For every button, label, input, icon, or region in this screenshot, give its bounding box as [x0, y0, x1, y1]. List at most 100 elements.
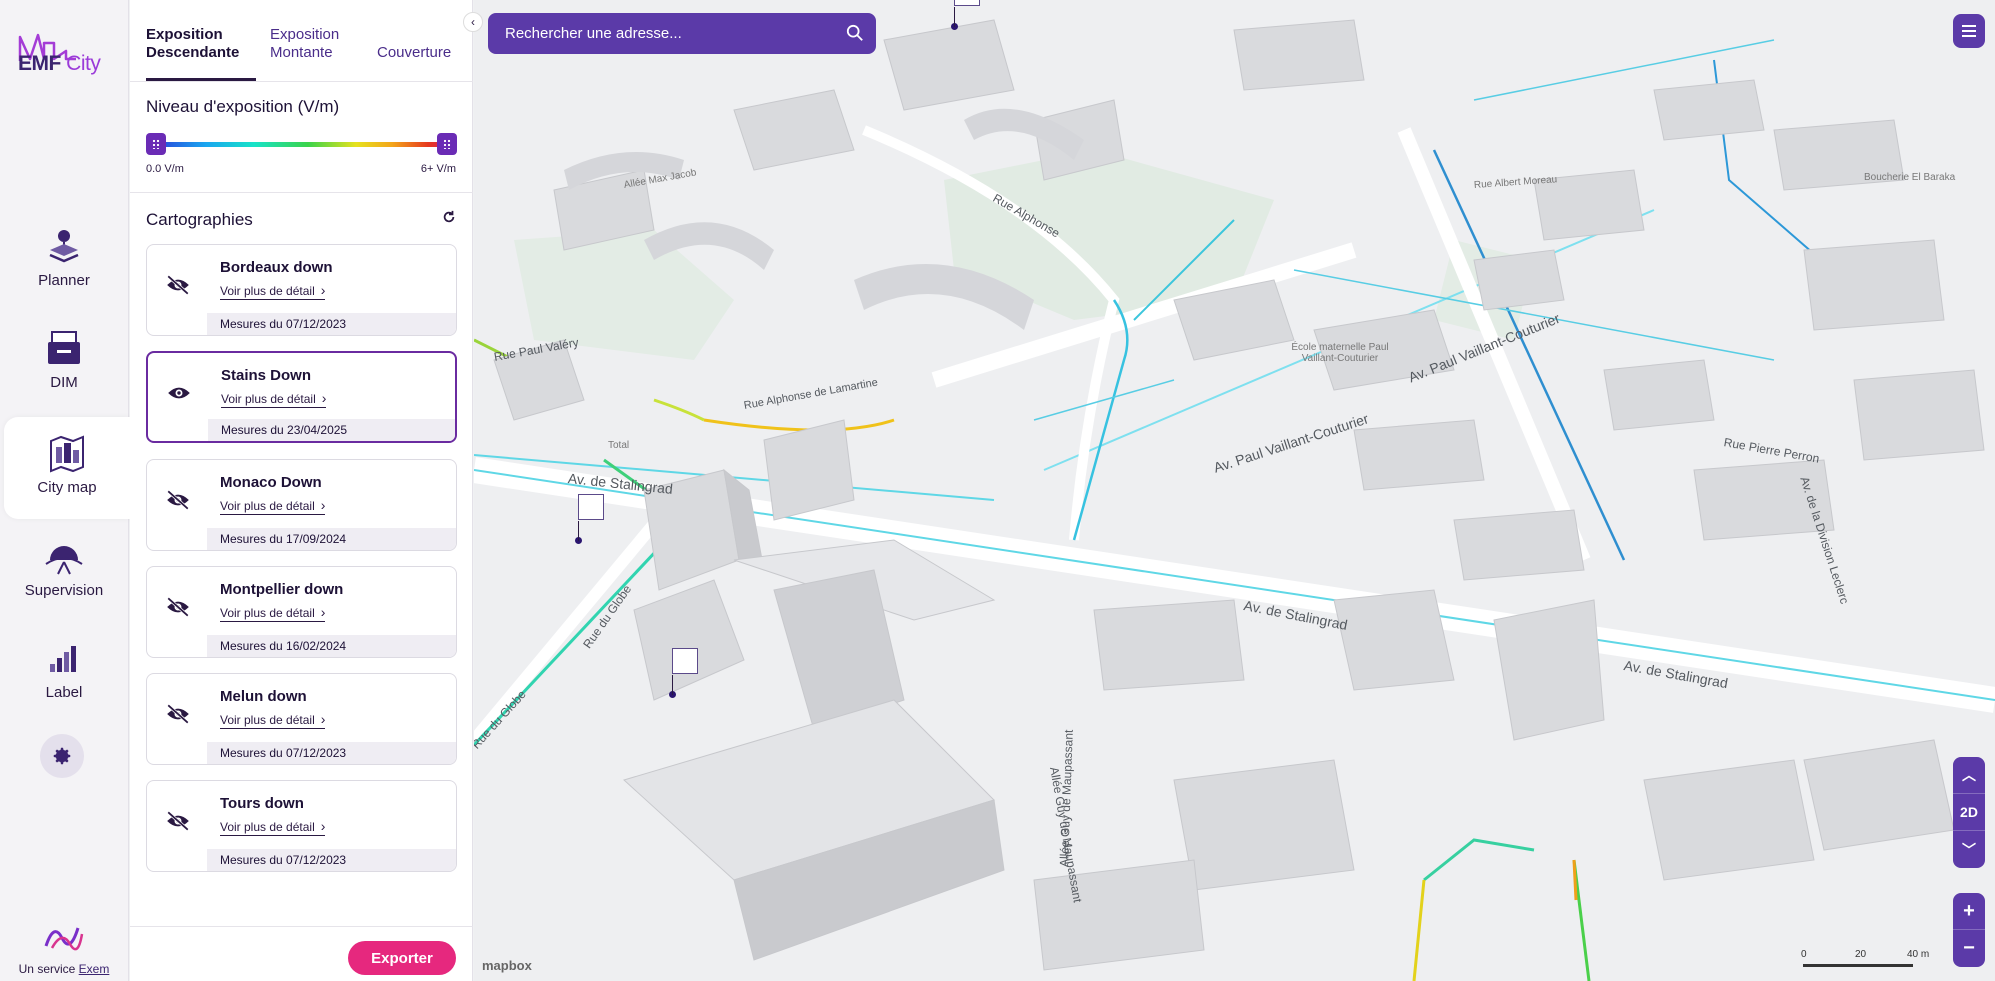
- scale-label-end: 40 m: [1907, 949, 1930, 960]
- measure-date: Mesures du 07/12/2023: [207, 849, 456, 871]
- tilt-down-button[interactable]: ﹀: [1953, 831, 1985, 868]
- details-link[interactable]: Voir plus de détail: [221, 390, 327, 408]
- nav-label-supervision: Supervision: [24, 582, 104, 599]
- tab-bar: Exposition Descendante Exposition Montante…: [130, 0, 473, 82]
- footer-credit: Un service Exem: [18, 962, 110, 976]
- cartography-card-bordeaux[interactable]: Bordeaux down Voir plus de détail Mesure…: [146, 244, 457, 336]
- hamburger-icon: [1962, 25, 1976, 37]
- tab-couverture[interactable]: Couverture: [377, 44, 451, 62]
- cartography-card-melun[interactable]: Melun down Voir plus de détail Mesures d…: [146, 673, 457, 765]
- scale-label-mid: 20: [1855, 949, 1867, 960]
- tab-exposition-descendante[interactable]: Exposition Descendante: [146, 26, 239, 62]
- nav-item-city-map[interactable]: City map: [4, 417, 130, 519]
- brand-name: EMF City: [18, 52, 101, 75]
- poi-label: Boucherie El Baraka: [1864, 172, 1956, 183]
- antenna-marker[interactable]: [575, 494, 604, 544]
- tab-exposition-montante[interactable]: Exposition Montante: [270, 26, 339, 62]
- cartography-card-monaco[interactable]: Monaco Down Voir plus de détail Mesures …: [146, 459, 457, 551]
- mapbox-attribution[interactable]: mapbox: [482, 958, 532, 973]
- view-mode-toggle[interactable]: 2D: [1953, 794, 1985, 831]
- details-link[interactable]: Voir plus de détail: [220, 818, 326, 836]
- card-title: Monaco Down: [220, 474, 322, 491]
- slider-handle-max[interactable]: [437, 133, 457, 155]
- antenna-dome-icon: [45, 546, 83, 575]
- refresh-button[interactable]: [442, 210, 456, 228]
- card-title: Stains Down: [221, 367, 312, 384]
- details-link[interactable]: Voir plus de détail: [220, 282, 326, 300]
- details-link[interactable]: Voir plus de détail: [220, 604, 326, 622]
- cartography-card-tours[interactable]: Tours down Voir plus de détail Mesures d…: [146, 780, 457, 872]
- nav-item-supervision[interactable]: Supervision: [0, 536, 128, 636]
- poi-label: Total: [608, 440, 630, 451]
- search-icon[interactable]: [846, 24, 864, 42]
- antenna-marker[interactable]: [669, 648, 698, 698]
- eye-off-icon[interactable]: [165, 275, 191, 295]
- map-scale: 0 20 40 m: [1795, 949, 1935, 969]
- eye-icon[interactable]: [166, 383, 192, 403]
- zoom-out-button[interactable]: −: [1953, 930, 1985, 967]
- nav-label-dim: DIM: [50, 374, 78, 391]
- exposure-range-slider[interactable]: [146, 133, 457, 155]
- active-tab-indicator: [146, 78, 256, 81]
- nav-item-planner[interactable]: Planner: [0, 226, 128, 326]
- chevron-left-icon: ‹: [471, 15, 475, 29]
- pitch-controls: ︿ 2D ﹀: [1953, 757, 1985, 868]
- exem-link[interactable]: Exem: [79, 962, 110, 976]
- zoom-in-button[interactable]: +: [1953, 893, 1985, 930]
- eye-off-icon[interactable]: [165, 490, 191, 510]
- eye-off-icon[interactable]: [165, 811, 191, 831]
- eye-off-icon[interactable]: [165, 597, 191, 617]
- refresh-icon: [443, 210, 455, 223]
- slider-handle-min[interactable]: [146, 133, 166, 155]
- city-map-icon: [50, 435, 84, 473]
- map-canvas: [474, 19, 1995, 981]
- left-navigation: EMF City Planner DIM City map Supervisio…: [0, 0, 130, 981]
- zoom-controls: + −: [1953, 893, 1985, 967]
- city-map-view[interactable]: Av. de Stalingrad Av. de Stalingrad Av. …: [474, 0, 1995, 981]
- menu-button[interactable]: [1953, 14, 1985, 48]
- measure-date: Mesures du 17/09/2024: [207, 528, 456, 550]
- bar-chart-icon: [50, 646, 76, 672]
- cartography-panel: Exposition Descendante Exposition Montante…: [130, 0, 473, 981]
- address-search-input[interactable]: Rechercher une adresse...: [488, 13, 876, 54]
- gear-icon: [53, 747, 71, 765]
- antenna-marker[interactable]: [951, 0, 980, 30]
- card-title: Melun down: [220, 688, 307, 705]
- measure-date: Mesures du 07/12/2023: [207, 313, 456, 335]
- exem-logo: [0, 920, 128, 957]
- measure-date: Mesures du 16/02/2024: [207, 635, 456, 657]
- range-min-label: 0.0 V/m: [146, 163, 184, 175]
- measure-date: Mesures du 23/04/2025: [208, 419, 455, 441]
- settings-button[interactable]: [40, 734, 84, 778]
- exposure-gradient-track: [152, 142, 452, 147]
- card-title: Montpellier down: [220, 581, 344, 598]
- cartography-card-stains[interactable]: Stains Down Voir plus de détail Mesures …: [146, 351, 457, 443]
- footer-divider: [130, 926, 473, 927]
- export-button[interactable]: Exporter: [348, 941, 456, 975]
- layers-pin-icon: [49, 230, 79, 263]
- card-title: Bordeaux down: [220, 259, 333, 276]
- chevron-down-icon: ﹀: [1962, 841, 1976, 858]
- search-placeholder: Rechercher une adresse...: [505, 25, 682, 42]
- range-max-label: 6+ V/m: [420, 163, 456, 175]
- card-title: Tours down: [220, 795, 304, 812]
- exposure-level-title: Niveau d'exposition (V/m): [146, 97, 340, 116]
- cartography-card-montpellier[interactable]: Montpellier down Voir plus de détail Mes…: [146, 566, 457, 658]
- nav-label-city-map: City map: [37, 479, 97, 496]
- nav-item-dim[interactable]: DIM: [0, 328, 128, 428]
- scale-bar: [1803, 964, 1913, 967]
- tilt-up-button[interactable]: ︿: [1953, 757, 1985, 794]
- collapse-panel-button[interactable]: ‹: [463, 12, 483, 32]
- cartographies-title: Cartographies: [146, 210, 253, 229]
- details-link[interactable]: Voir plus de détail: [220, 711, 326, 729]
- chevron-up-icon: ︿: [1962, 767, 1976, 783]
- nav-label-planner: Planner: [38, 272, 90, 289]
- exem-logo-icon: [44, 927, 84, 951]
- measure-date: Mesures du 07/12/2023: [207, 742, 456, 764]
- nav-label-label: Label: [45, 684, 83, 701]
- nav-item-label[interactable]: Label: [0, 638, 128, 738]
- scale-label-zero: 0: [1801, 949, 1807, 960]
- eye-off-icon[interactable]: [165, 704, 191, 724]
- poi-label: École maternelle Paul Vaillant-Couturier: [1291, 342, 1389, 364]
- details-link[interactable]: Voir plus de détail: [220, 497, 326, 515]
